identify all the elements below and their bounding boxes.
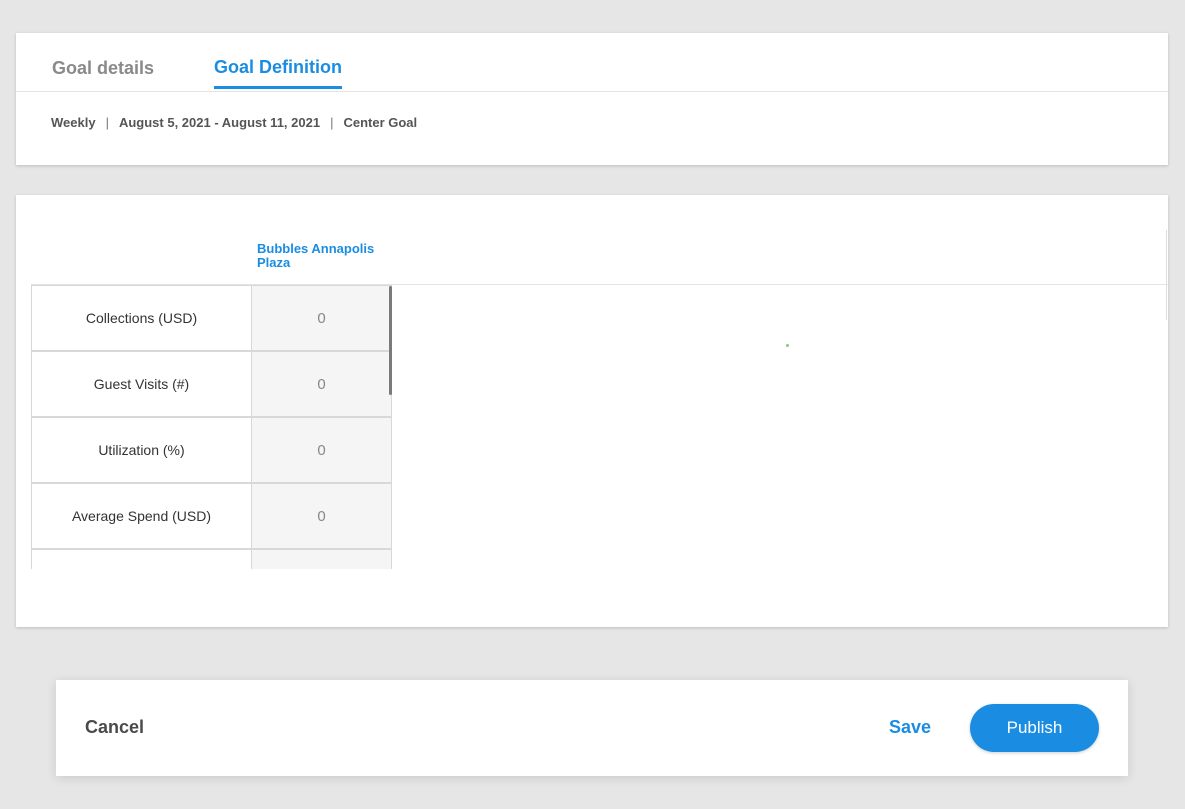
goal-header-card: Goal details Goal Definition Weekly | Au… [16, 33, 1168, 165]
row-value-input[interactable]: 0 [252, 483, 392, 549]
table-row [31, 549, 393, 569]
row-label: Guest Visits (#) [31, 351, 252, 417]
row-value-input[interactable]: 0 [252, 351, 392, 417]
row-label: Utilization (%) [31, 417, 252, 483]
tab-goal-definition[interactable]: Goal Definition [214, 57, 342, 89]
summary-separator: | [105, 115, 109, 130]
table-row: Guest Visits (#) 0 [31, 351, 393, 417]
row-label: Collections (USD) [31, 285, 252, 351]
goal-period: Weekly [51, 115, 96, 130]
divider [1166, 230, 1167, 320]
row-value-input[interactable]: 0 [252, 285, 392, 351]
loading-indicator-icon [786, 344, 789, 347]
action-bar: Cancel Save Publish [56, 680, 1128, 776]
row-value-input[interactable]: 0 [252, 417, 392, 483]
table-row: Collections (USD) 0 [31, 285, 393, 351]
column-header-center: Bubbles Annapolis Plaza [257, 241, 375, 270]
publish-button[interactable]: Publish [970, 704, 1099, 752]
table-row: Utilization (%) 0 [31, 417, 393, 483]
tab-bar: Goal details Goal Definition [16, 33, 1168, 92]
goal-date-range: August 5, 2021 - August 11, 2021 [118, 115, 321, 130]
table-row: Average Spend (USD) 0 [31, 483, 393, 549]
row-label: Average Spend (USD) [31, 483, 252, 549]
save-button[interactable]: Save [889, 717, 931, 738]
goal-table-scroll-area[interactable]: Collections (USD) 0 Guest Visits (#) 0 U… [31, 285, 393, 569]
row-label [31, 549, 252, 569]
goal-type: Center Goal [343, 115, 418, 130]
tab-goal-details[interactable]: Goal details [52, 58, 154, 87]
cancel-button[interactable]: Cancel [85, 717, 144, 738]
row-value-input[interactable] [252, 549, 392, 569]
goal-summary: Weekly | August 5, 2021 - August 11, 202… [51, 115, 417, 130]
table-scrollbar[interactable] [389, 286, 392, 395]
goal-definition-table-card: Bubbles Annapolis Plaza Collections (USD… [16, 195, 1168, 627]
summary-separator: | [330, 115, 334, 130]
